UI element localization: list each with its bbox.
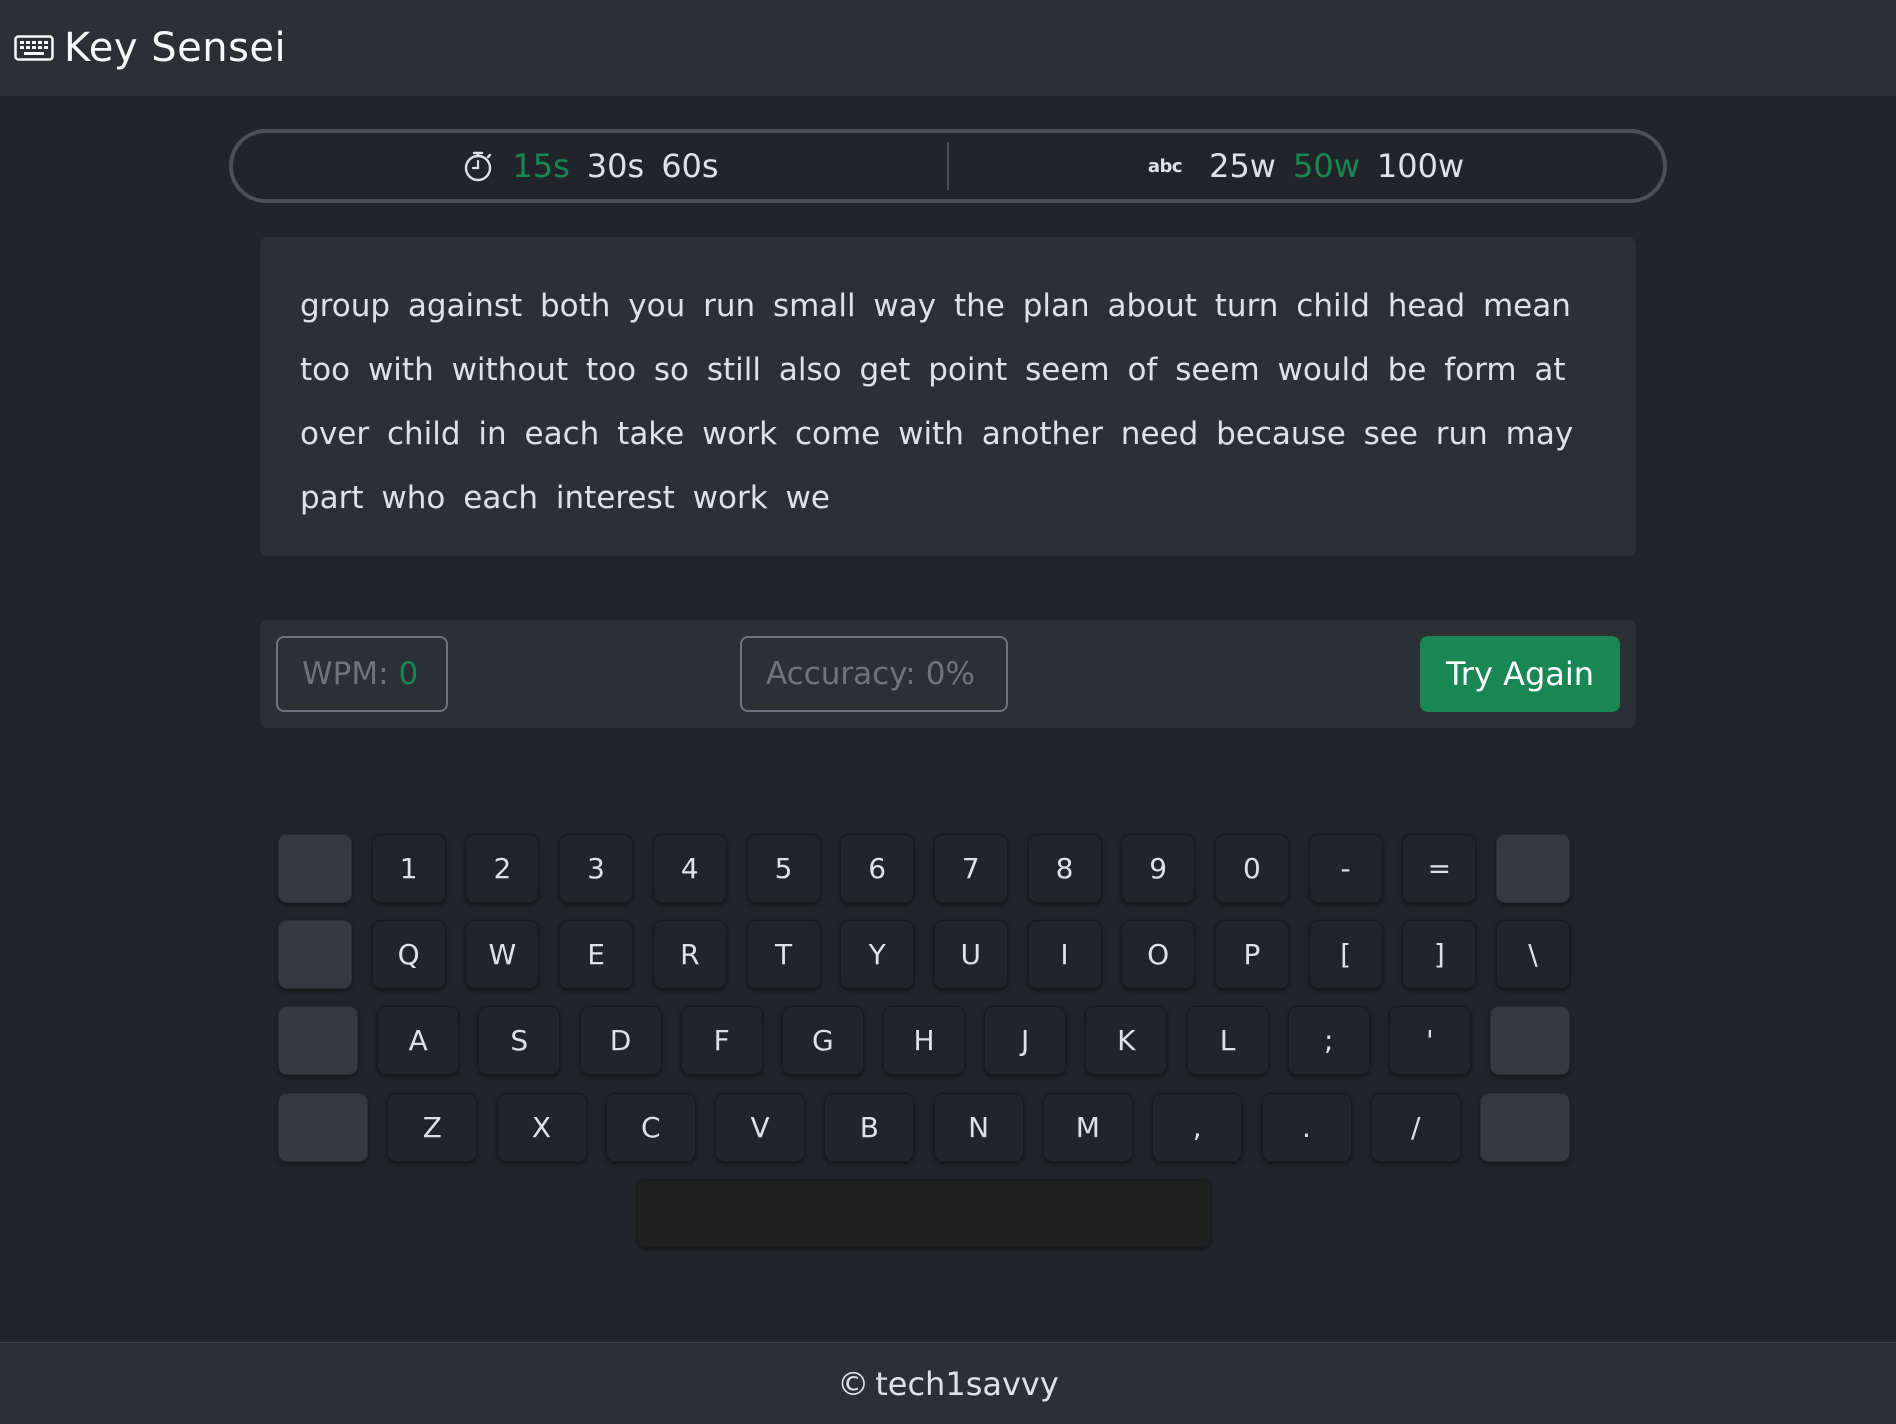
key-modifier[interactable] <box>278 1006 358 1075</box>
key-k[interactable]: K <box>1085 1006 1168 1075</box>
app-header: Key Sensei <box>0 0 1896 96</box>
passage-line: group against both you run small way the… <box>300 288 1571 324</box>
key-w[interactable]: W <box>465 920 540 989</box>
stats-bar: WPM: 0 Accuracy: 0% Try Again <box>260 620 1636 728</box>
key-x[interactable]: X <box>496 1093 587 1162</box>
key-t[interactable]: T <box>746 920 821 989</box>
key-q[interactable]: Q <box>371 920 446 989</box>
key-b[interactable]: B <box>824 1093 915 1162</box>
key-5[interactable]: 5 <box>746 834 821 903</box>
key-y[interactable]: Y <box>840 920 915 989</box>
key-c[interactable]: C <box>605 1093 696 1162</box>
key-n[interactable]: N <box>933 1093 1024 1162</box>
key-z[interactable]: Z <box>387 1093 478 1162</box>
wpm-value: 0 <box>398 656 419 692</box>
key-f[interactable]: F <box>680 1006 763 1075</box>
word-option-25w[interactable]: 25w <box>1209 147 1276 185</box>
key-s[interactable]: S <box>478 1006 561 1075</box>
accuracy-stat: Accuracy: 0% <box>740 636 1008 712</box>
key-e[interactable]: E <box>559 920 634 989</box>
passage-line: too with without too so still also get p… <box>300 352 1566 388</box>
key-symbol[interactable]: - <box>1308 834 1383 903</box>
word-option-50w[interactable]: 50w <box>1293 147 1360 185</box>
key-4[interactable]: 4 <box>652 834 727 903</box>
word-option-100w[interactable]: 100w <box>1377 147 1464 185</box>
time-mode-group: 15s 30s 60s <box>233 133 947 199</box>
key-p[interactable]: P <box>1214 920 1289 989</box>
accuracy-value: 0% <box>925 656 975 692</box>
key-symbol[interactable]: \ <box>1496 920 1570 989</box>
try-again-button[interactable]: Try Again <box>1420 636 1620 712</box>
key-space[interactable] <box>637 1179 1211 1248</box>
key-h[interactable]: H <box>883 1006 965 1075</box>
key-d[interactable]: D <box>579 1006 662 1075</box>
app-title: Key Sensei <box>64 25 287 71</box>
word-mode-group: abc 25w 50w 100w <box>949 133 1663 199</box>
key-r[interactable]: R <box>652 920 727 989</box>
key-v[interactable]: V <box>715 1093 806 1162</box>
key-o[interactable]: O <box>1121 920 1196 989</box>
key-g[interactable]: G <box>781 1006 864 1075</box>
key-1[interactable]: 1 <box>371 834 446 903</box>
footer-credit: tech1savvy <box>875 1364 1059 1403</box>
wpm-label: WPM: <box>302 656 389 692</box>
key-symbol[interactable]: ' <box>1388 1006 1471 1075</box>
key-l[interactable]: L <box>1186 1006 1269 1075</box>
key-a[interactable]: A <box>377 1006 460 1075</box>
key-i[interactable]: I <box>1027 920 1102 989</box>
mode-selector: 15s 30s 60s abc 25w 50w 100w <box>229 129 1667 203</box>
key-0[interactable]: 0 <box>1214 834 1289 903</box>
abc-icon: abc <box>1147 155 1183 177</box>
key-modifier[interactable] <box>1496 834 1570 903</box>
key-9[interactable]: 9 <box>1121 834 1196 903</box>
time-option-30s[interactable]: 30s <box>587 147 644 185</box>
passage-line: over child in each take work come with a… <box>300 416 1574 452</box>
key-modifier[interactable] <box>1490 1006 1570 1075</box>
key-6[interactable]: 6 <box>840 834 915 903</box>
time-option-15s[interactable]: 15s <box>512 147 569 185</box>
key-modifier[interactable] <box>278 1093 368 1162</box>
key-j[interactable]: J <box>984 1006 1067 1075</box>
key-2[interactable]: 2 <box>465 834 540 903</box>
wpm-stat: WPM: 0 <box>276 636 448 712</box>
key-symbol[interactable]: = <box>1402 834 1477 903</box>
keyboard-icon <box>14 35 56 61</box>
key-modifier[interactable] <box>278 920 352 989</box>
footer: © tech1savvy <box>0 1342 1896 1424</box>
key-8[interactable]: 8 <box>1027 834 1102 903</box>
key-symbol[interactable]: , <box>1152 1093 1243 1162</box>
time-option-60s[interactable]: 60s <box>661 147 718 185</box>
passage-line: part who each interest work we <box>300 480 830 516</box>
key-symbol[interactable]: . <box>1261 1093 1352 1162</box>
key-m[interactable]: M <box>1042 1093 1133 1162</box>
key-symbol[interactable]: [ <box>1308 920 1383 989</box>
copyright-icon: © <box>837 1364 870 1403</box>
accuracy-label: Accuracy: <box>766 656 916 692</box>
key-modifier[interactable] <box>278 834 352 903</box>
key-3[interactable]: 3 <box>559 834 634 903</box>
key-symbol[interactable]: ] <box>1402 920 1477 989</box>
key-symbol[interactable]: ; <box>1287 1006 1370 1075</box>
key-u[interactable]: U <box>933 920 1008 989</box>
key-modifier[interactable] <box>1480 1093 1570 1162</box>
typing-passage[interactable]: group against both you run small way the… <box>260 237 1636 556</box>
key-symbol[interactable]: / <box>1370 1093 1461 1162</box>
key-7[interactable]: 7 <box>933 834 1008 903</box>
stopwatch-icon <box>461 149 495 183</box>
